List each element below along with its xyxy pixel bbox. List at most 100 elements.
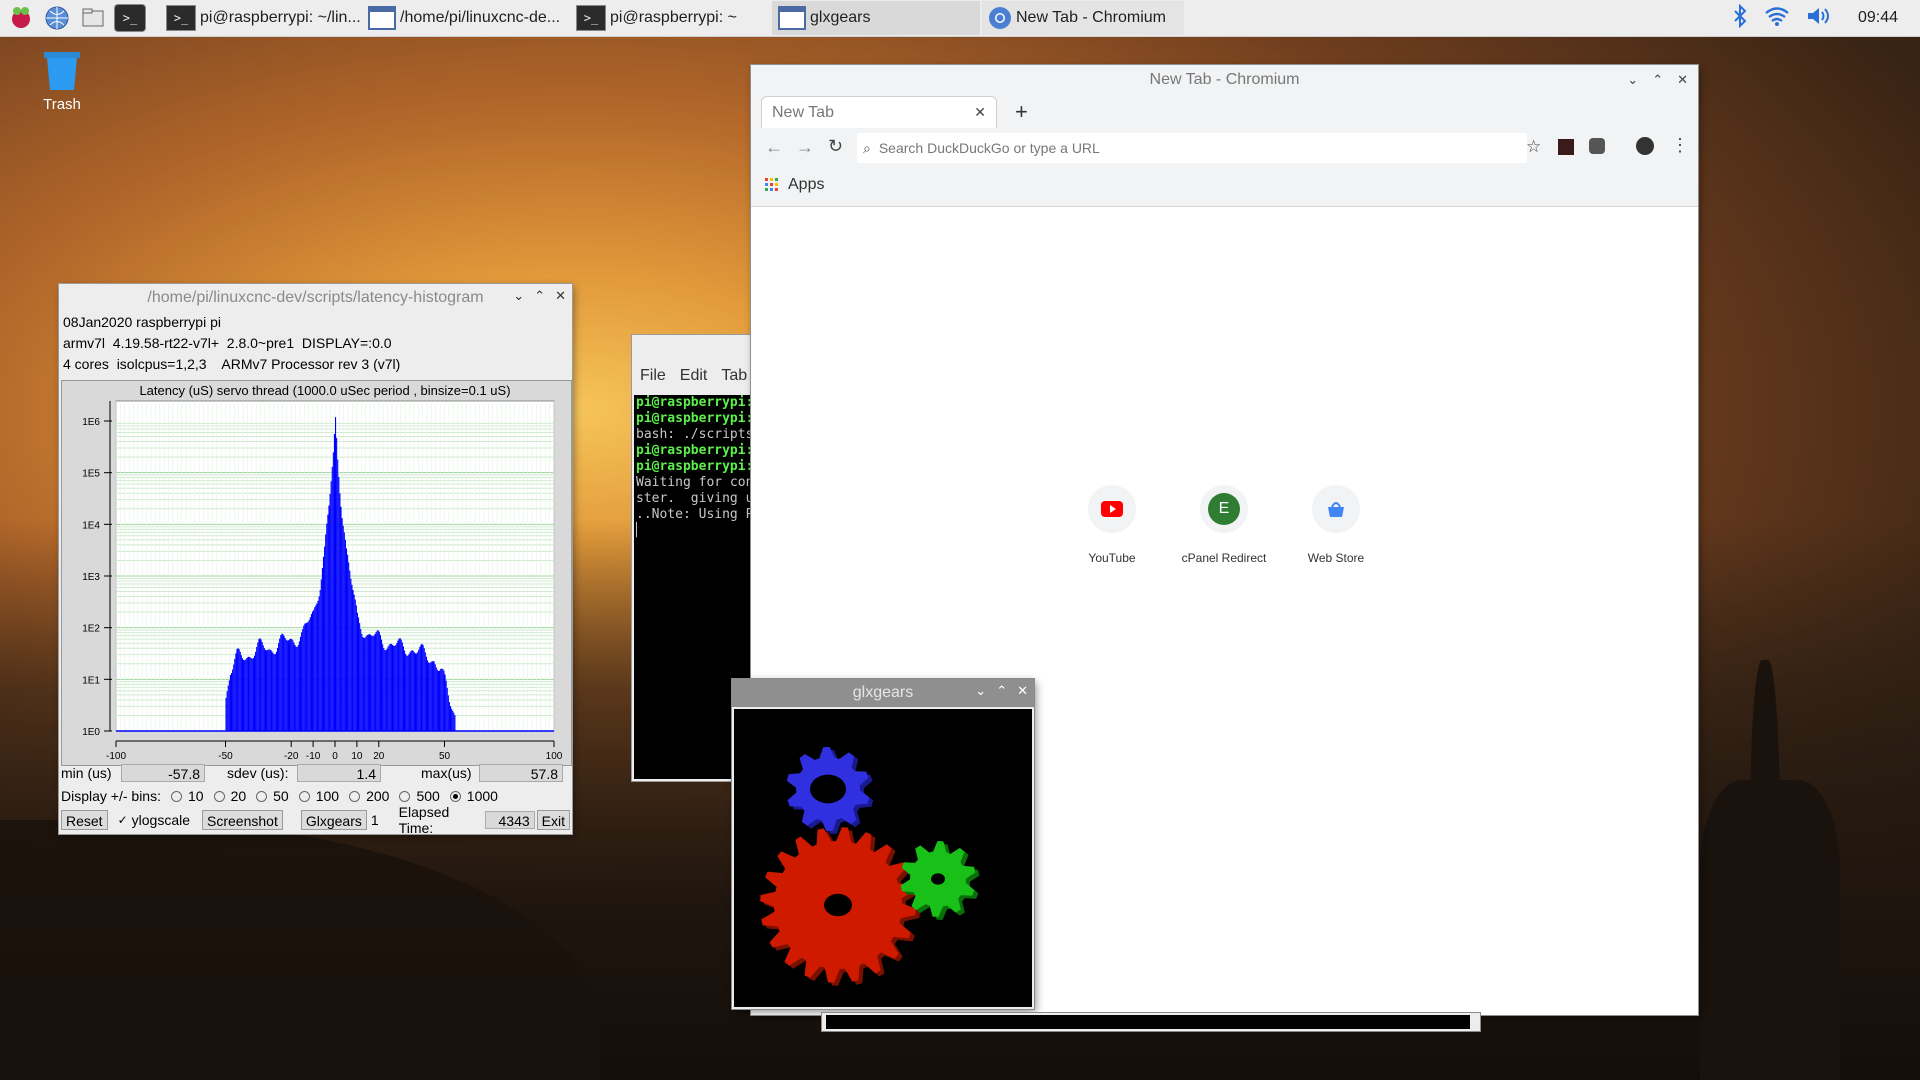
- bluetooth-icon[interactable]: [1732, 3, 1748, 33]
- close-icon[interactable]: ✕: [1677, 72, 1688, 88]
- histogram-bar: [250, 658, 252, 731]
- menu-file[interactable]: File: [640, 367, 666, 385]
- terminal-icon: >_: [166, 5, 196, 31]
- histogram-bar: [296, 646, 298, 731]
- ylogscale-checkbox[interactable]: ✓ ylogscale: [118, 812, 190, 828]
- histogram-bar: [432, 661, 434, 731]
- controls-row: Reset ✓ ylogscale Screenshot Glxgears 1 …: [61, 804, 570, 836]
- tab-close-icon[interactable]: ✕: [974, 104, 986, 121]
- histogram-bar: [243, 659, 245, 731]
- histogram-bar: [361, 633, 363, 731]
- shortcut-web-store[interactable]: Web Store: [1281, 485, 1391, 565]
- screenshot-button[interactable]: Screenshot: [202, 810, 283, 830]
- histogram-bar: [414, 653, 417, 731]
- histogram-bar: [316, 603, 318, 731]
- task-latency-histogram[interactable]: /home/pi/linuxcnc-de...: [362, 1, 570, 35]
- bin-radio-10[interactable]: 10: [161, 788, 204, 804]
- wifi-icon[interactable]: [1764, 5, 1790, 32]
- bin-radio-200[interactable]: 200: [339, 788, 389, 804]
- x-tick-label: -50: [218, 751, 233, 762]
- menu-tab[interactable]: Tab: [721, 367, 747, 385]
- bookmark-star-icon[interactable]: ☆: [1526, 137, 1541, 157]
- latency-titlebar[interactable]: /home/pi/linuxcnc-dev/scripts/latency-hi…: [59, 284, 572, 312]
- radio-button: [298, 790, 310, 802]
- profile-avatar-icon[interactable]: [1636, 137, 1654, 155]
- extension-icon[interactable]: [1558, 139, 1574, 155]
- shield-extension-icon[interactable]: [1589, 138, 1605, 154]
- apps-bookmark[interactable]: Apps: [765, 176, 824, 194]
- bin-radio-50[interactable]: 50: [246, 788, 289, 804]
- back-arrow-icon[interactable]: ←: [765, 137, 783, 158]
- task-glxgears[interactable]: glxgears: [772, 1, 980, 35]
- radio-button: [256, 790, 268, 802]
- histogram-bar: [355, 605, 357, 731]
- web-browser-launcher-icon[interactable]: [42, 3, 72, 33]
- shortcut-letter: E: [1208, 493, 1240, 525]
- glxgears-button[interactable]: Glxgears: [300, 810, 367, 830]
- gear-hole: [931, 873, 945, 885]
- youtube-icon: [1088, 485, 1136, 533]
- menu-kebab-icon[interactable]: ⋮: [1671, 135, 1689, 156]
- maximize-icon[interactable]: ⌃: [1652, 72, 1663, 88]
- close-icon[interactable]: ✕: [555, 288, 566, 304]
- shortcut-youtube[interactable]: YouTube: [1057, 485, 1167, 565]
- histogram-bar: [382, 644, 384, 731]
- minimize-icon[interactable]: ⌄: [513, 288, 524, 304]
- terminal-line: pi@raspberrypi:: [636, 411, 752, 426]
- histogram-bar: [423, 648, 425, 731]
- stats-row: min (us) -57.8 sdev (us): 1.4 max(us) 57…: [61, 762, 570, 784]
- histogram-bar: [333, 434, 335, 731]
- new-tab-plus-icon[interactable]: +: [1015, 99, 1028, 125]
- bin-radio-500[interactable]: 500: [389, 788, 440, 804]
- exit-button[interactable]: Exit: [536, 810, 570, 830]
- histogram-bar: [378, 631, 380, 731]
- y-tick-label: 1E0: [82, 727, 100, 738]
- file-manager-launcher-icon[interactable]: [78, 3, 108, 33]
- histogram-bar: [257, 642, 259, 731]
- task-terminal-home[interactable]: >_ pi@raspberrypi: ~: [570, 1, 772, 35]
- reload-icon[interactable]: ↻: [828, 136, 843, 157]
- chromium-title[interactable]: New Tab - Chromium: [751, 65, 1698, 95]
- terminal-launcher-icon[interactable]: >_: [114, 4, 146, 32]
- trash-desktop-icon[interactable]: Trash: [36, 48, 88, 113]
- histogram-bar: [289, 639, 291, 731]
- forward-arrow-icon[interactable]: →: [796, 137, 814, 158]
- bin-radio-100[interactable]: 100: [289, 788, 339, 804]
- clock[interactable]: 09:44: [1858, 9, 1898, 27]
- histogram-bar: [268, 649, 270, 731]
- minimize-icon[interactable]: ⌄: [975, 683, 986, 699]
- close-icon[interactable]: ✕: [1017, 683, 1028, 699]
- histogram-bar: [385, 650, 387, 731]
- histogram-bar: [230, 672, 233, 731]
- histogram-bar: [348, 562, 350, 731]
- omnibox[interactable]: ⌕ Search DuckDuckGo or type a URL: [857, 133, 1527, 163]
- reset-button[interactable]: Reset: [61, 810, 108, 830]
- histogram-bar: [322, 556, 325, 731]
- histogram-frame: Latency (uS) servo thread (1000.0 uSec p…: [61, 380, 572, 766]
- minimize-icon[interactable]: ⌄: [1627, 72, 1638, 88]
- latency-histogram-window: /home/pi/linuxcnc-dev/scripts/latency-hi…: [59, 284, 572, 836]
- shortcut-cpanel[interactable]: E cPanel Redirect: [1169, 485, 1279, 565]
- histogram-bar: [366, 634, 368, 731]
- volume-icon[interactable]: [1806, 5, 1832, 32]
- histogram-bar: [263, 648, 265, 731]
- histogram-bar: [374, 634, 376, 731]
- task-label: glxgears: [810, 9, 871, 26]
- task-terminal-linuxcnc[interactable]: >_ pi@raspberrypi: ~/lin...: [160, 1, 362, 35]
- bin-radio-1000[interactable]: 1000: [440, 788, 498, 804]
- maximize-icon[interactable]: ⌃: [534, 288, 545, 304]
- histogram-bar: [340, 506, 342, 731]
- bin-radio-20[interactable]: 20: [204, 788, 246, 804]
- tab-new-tab[interactable]: New Tab ✕: [761, 96, 997, 128]
- glxgears-titlebar[interactable]: glxgears ⌄ ⌃ ✕: [732, 679, 1034, 707]
- histogram-bar: [353, 594, 355, 731]
- histogram-bar: [310, 614, 313, 731]
- histogram-bar: [398, 638, 400, 731]
- x-tick-label: 0: [332, 751, 338, 762]
- y-tick-label: 1E1: [82, 675, 100, 686]
- histogram-bar: [233, 664, 235, 731]
- menu-edit[interactable]: Edit: [680, 367, 708, 385]
- maximize-icon[interactable]: ⌃: [996, 683, 1007, 699]
- raspberry-menu-icon[interactable]: [6, 3, 36, 33]
- task-chromium[interactable]: New Tab - Chromium: [982, 1, 1184, 35]
